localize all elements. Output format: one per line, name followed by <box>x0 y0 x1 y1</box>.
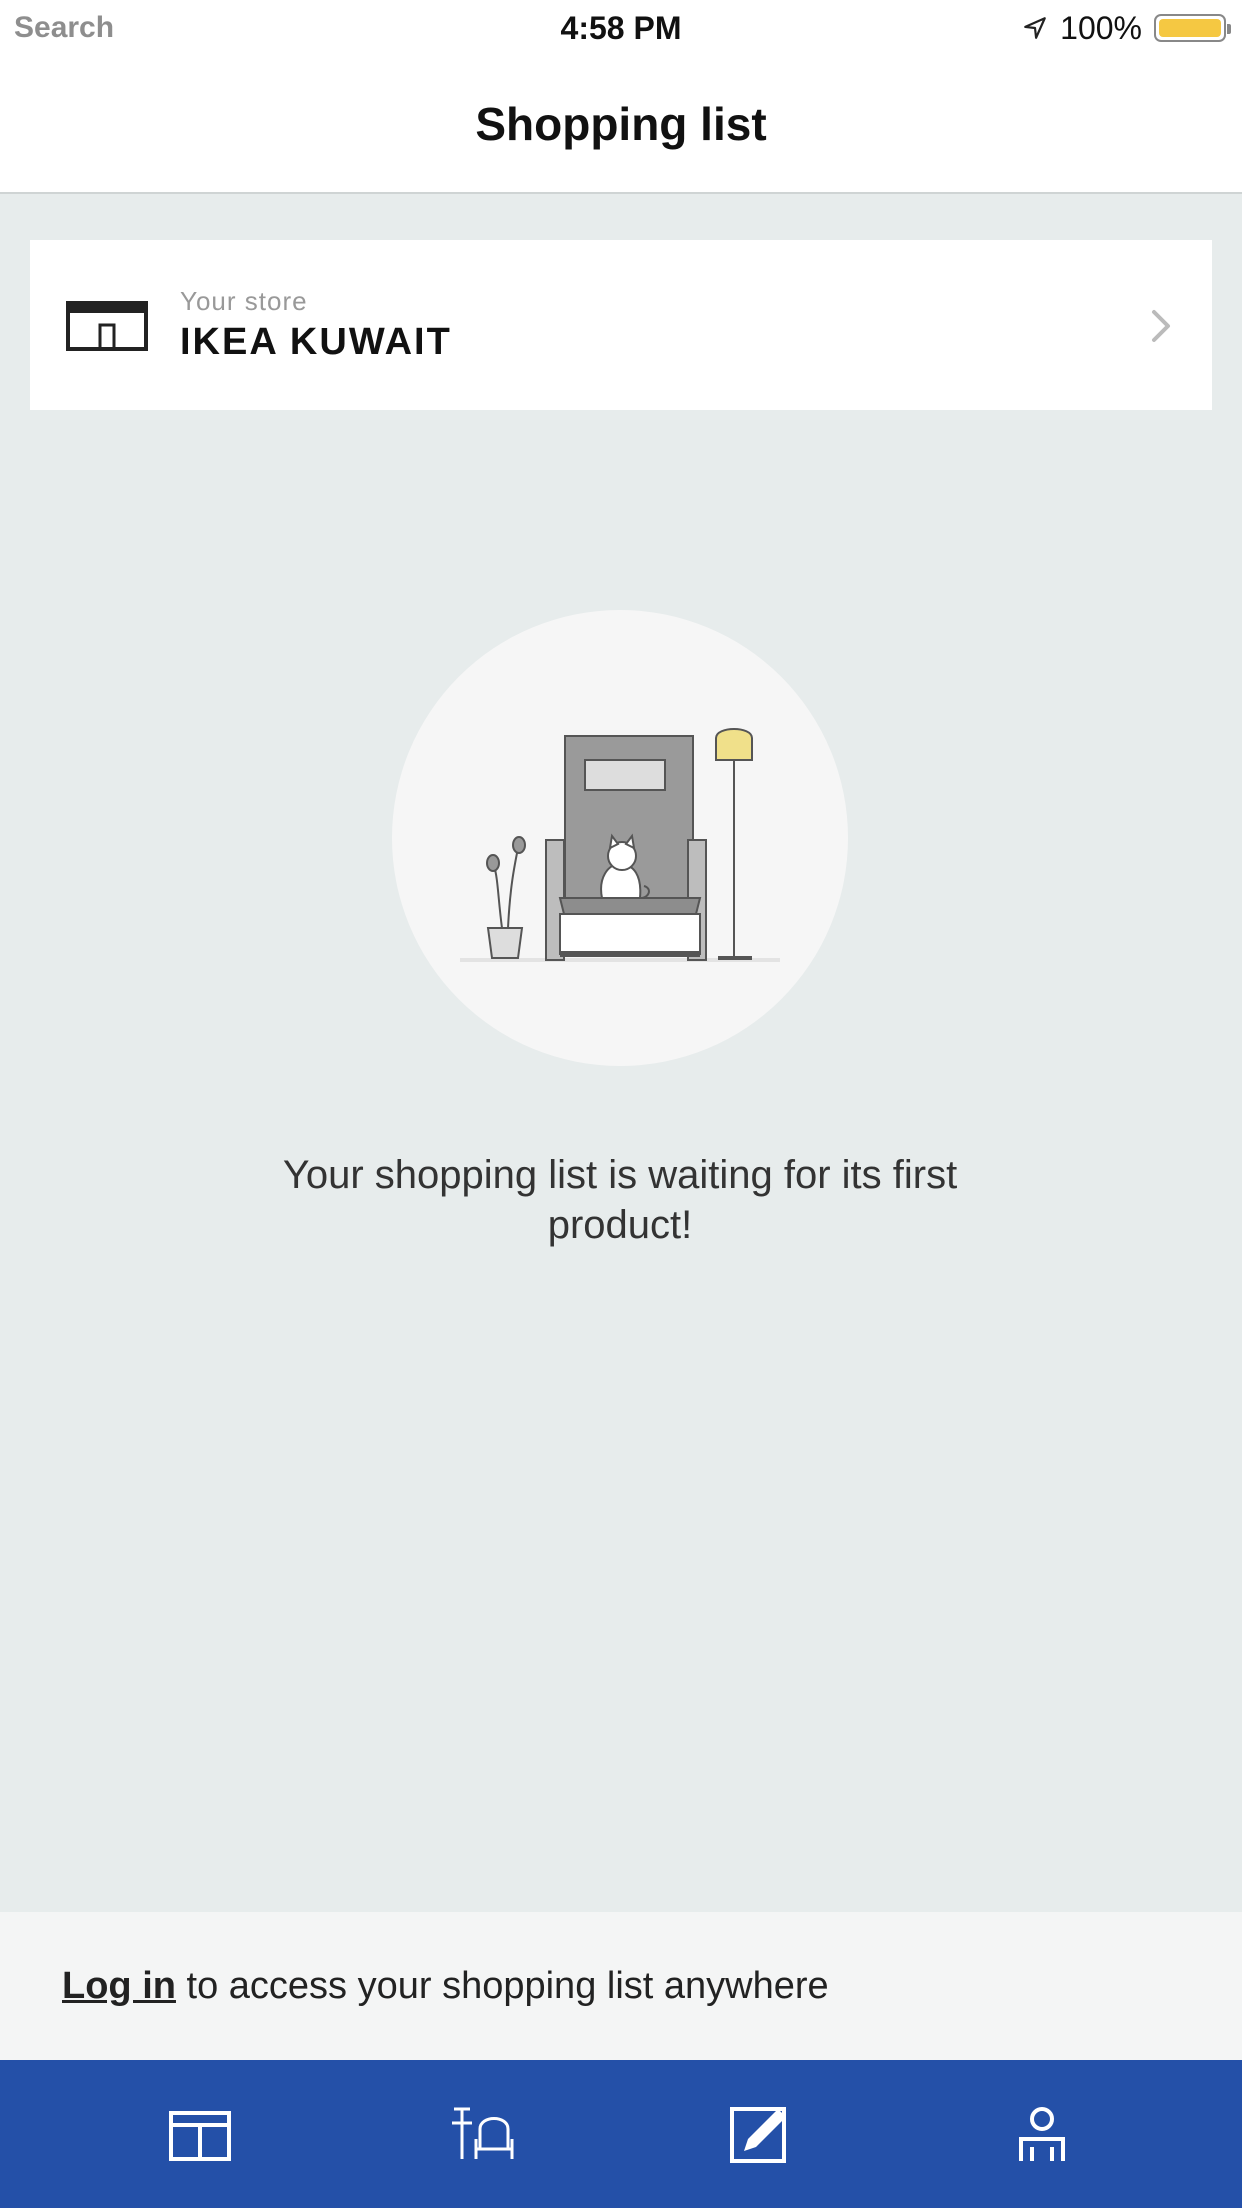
empty-state-message: Your shopping list is waiting for its fi… <box>282 1153 958 1247</box>
tab-products[interactable] <box>431 2084 531 2184</box>
chevron-right-icon[interactable] <box>1148 306 1174 346</box>
furniture-icon <box>451 2107 514 2159</box>
armchair <box>545 735 707 961</box>
store-texts: Your store IKEA KUWAIT <box>180 286 452 364</box>
tab-store[interactable] <box>150 2084 250 2184</box>
tab-bar <box>0 2060 1242 2208</box>
location-arrow-icon <box>1024 17 1046 39</box>
store-name: IKEA KUWAIT <box>180 321 452 363</box>
login-text: Log in to access your shopping list anyw… <box>62 1965 829 2008</box>
tab-profile[interactable] <box>992 2084 1092 2184</box>
battery-icon <box>1154 14 1231 42</box>
navigation-bar: Shopping list <box>0 56 1242 194</box>
battery-percent: 100% <box>1060 9 1142 46</box>
login-text-rest: to access your shopping list anywhere <box>175 1964 829 2007</box>
status-time: 4:58 PM <box>560 9 682 46</box>
store-selector[interactable]: Your store IKEA KUWAIT <box>30 240 1212 410</box>
status-bar: Search 4:58 PM 100% <box>0 0 1242 56</box>
page-title: Shopping list <box>475 98 767 150</box>
store-icon <box>169 2111 232 2161</box>
login-link[interactable]: Log in <box>62 1965 176 2007</box>
status-carrier-hint: Search <box>14 11 115 44</box>
tab-shopping-list[interactable] <box>711 2084 811 2184</box>
store-subtitle: Your store <box>180 286 308 316</box>
armchair-cat-illustration <box>392 610 848 1066</box>
store-icon <box>66 301 148 351</box>
shopping-list-icon <box>730 2107 787 2163</box>
profile-icon <box>1018 2107 1065 2161</box>
status-right: 100% <box>1022 9 1231 47</box>
login-banner: Log in to access your shopping list anyw… <box>0 1912 1242 2060</box>
